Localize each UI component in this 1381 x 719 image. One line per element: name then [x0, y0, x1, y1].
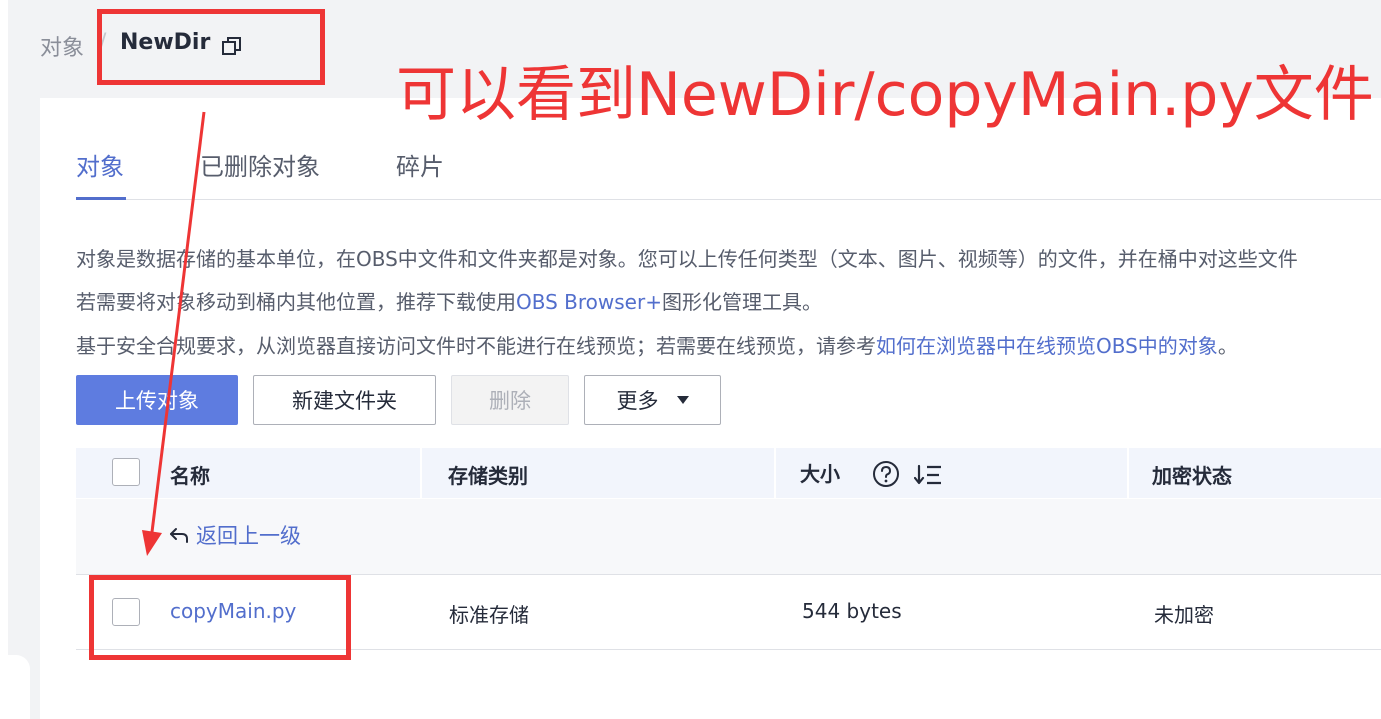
annotation-arrow-icon: [142, 111, 206, 556]
